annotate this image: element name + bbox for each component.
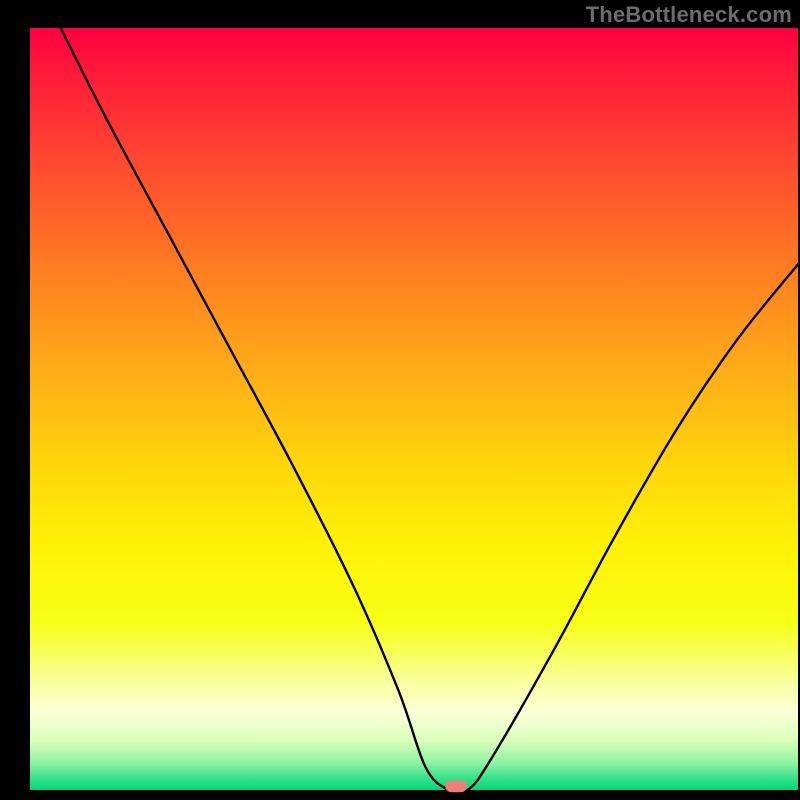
plot-background: [30, 28, 798, 790]
optimal-marker: [445, 780, 467, 792]
bottleneck-chart: [0, 0, 800, 800]
watermark-text: TheBottleneck.com: [586, 2, 792, 28]
chart-frame: TheBottleneck.com: [0, 0, 800, 800]
